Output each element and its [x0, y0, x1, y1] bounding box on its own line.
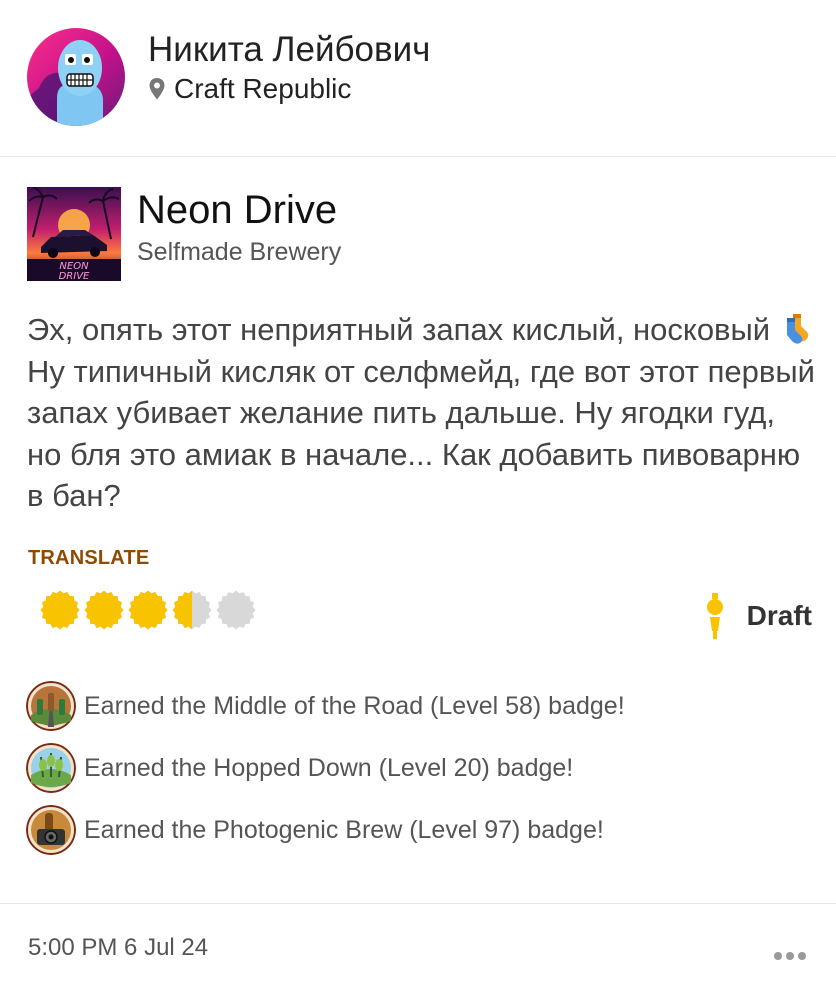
- user-avatar[interactable]: [27, 28, 125, 126]
- more-dot: [786, 952, 794, 960]
- user-location[interactable]: Craft Republic: [148, 73, 351, 105]
- beer-name[interactable]: Neon Drive: [137, 188, 337, 233]
- rating-cap-icon: [216, 590, 256, 630]
- serving-style: Draft: [705, 593, 812, 639]
- comment-text-part2: Ну типичный кисляк от селфмейд, где вот …: [27, 353, 815, 514]
- rating-cap-icon: [172, 590, 212, 630]
- badge-item[interactable]: Earned the Hopped Down (Level 20) badge!: [26, 742, 573, 794]
- badge-item[interactable]: Earned the Photogenic Brew (Level 97) ba…: [26, 804, 604, 856]
- badge-item[interactable]: Earned the Middle of the Road (Level 58)…: [26, 680, 625, 732]
- serving-label: Draft: [746, 600, 812, 631]
- translate-link[interactable]: TRANSLATE: [28, 547, 149, 570]
- photogenic-brew-badge-icon: [26, 805, 76, 855]
- brewery-name[interactable]: Selfmade Brewery: [137, 238, 341, 267]
- header-divider: [0, 156, 836, 157]
- hopped-down-badge-icon: [26, 743, 76, 793]
- more-options-icon[interactable]: [774, 950, 806, 962]
- checkin-card: Никита Лейбович Craft Republic NEON DRIV…: [0, 0, 836, 989]
- beer-label-image[interactable]: NEON DRIVE: [27, 187, 121, 281]
- badge-text: Earned the Photogenic Brew (Level 97) ba…: [84, 815, 604, 844]
- checkin-timestamp[interactable]: 5:00 PM 6 Jul 24: [28, 934, 208, 962]
- footer-divider: [0, 903, 836, 904]
- badge-text: Earned the Middle of the Road (Level 58)…: [84, 691, 625, 720]
- rating-cap-icon: [128, 590, 168, 630]
- map-pin-icon: [149, 78, 165, 100]
- label-text-line2: DRIVE: [59, 271, 90, 281]
- user-name[interactable]: Никита Лейбович: [148, 30, 430, 70]
- location-label: Craft Republic: [174, 73, 352, 104]
- rating-caps: [40, 590, 260, 632]
- socks-emoji-icon: [786, 314, 809, 344]
- checkin-header: Никита Лейбович Craft Republic: [0, 0, 836, 156]
- checkin-comment: Эх, опять этот неприятный запах кислый, …: [27, 309, 817, 517]
- middle-of-the-road-badge-icon: [26, 681, 76, 731]
- rating-cap-icon: [84, 590, 124, 630]
- comment-text-part1: Эх, опять этот неприятный запах кислый, …: [27, 312, 771, 347]
- badge-text: Earned the Hopped Down (Level 20) badge!: [84, 753, 574, 782]
- more-dot: [774, 952, 782, 960]
- more-dot: [798, 952, 806, 960]
- draft-tap-icon: [706, 593, 723, 639]
- rating-cap-icon: [40, 590, 80, 630]
